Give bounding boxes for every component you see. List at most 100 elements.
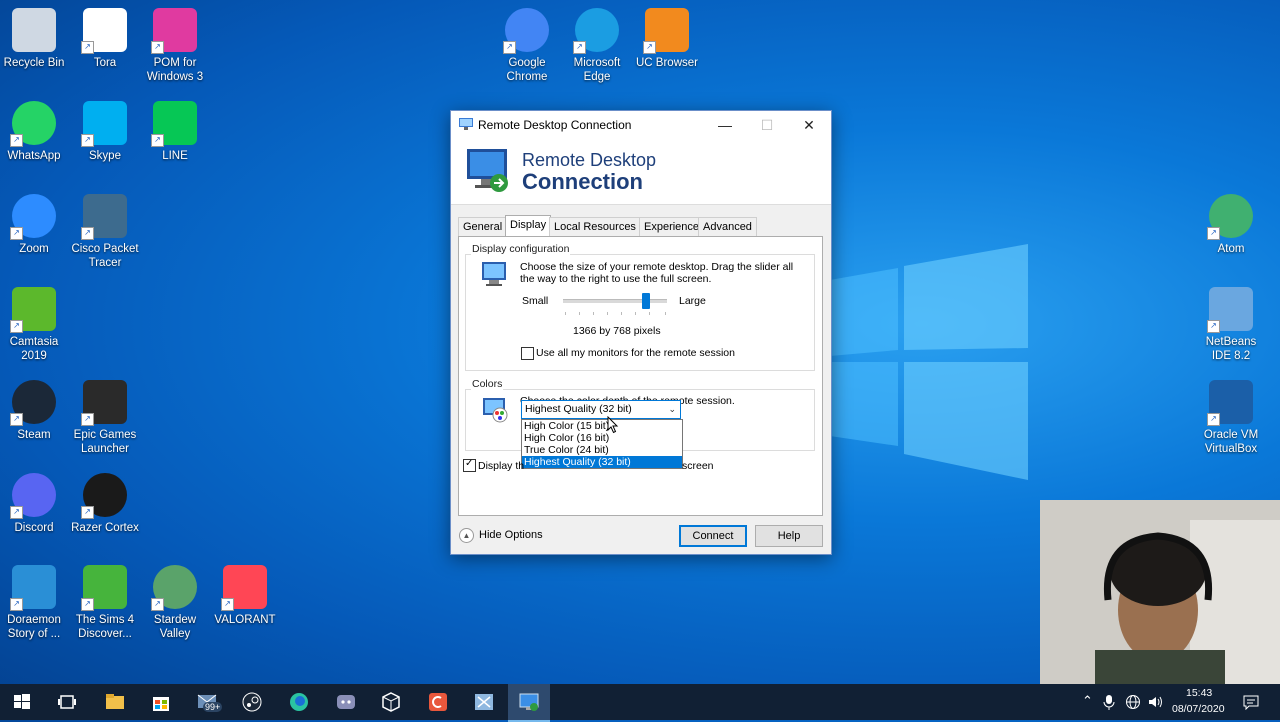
desktop-icon[interactable]: ↗ Oracle VM VirtualBox	[1195, 380, 1267, 456]
color-option-16bit[interactable]: High Color (16 bit)	[522, 432, 682, 444]
skype-icon: ↗	[81, 101, 127, 147]
desktop-icon[interactable]: ↗ Cisco Packet Tracer	[69, 194, 141, 270]
uc-browser-icon: ↗	[643, 8, 689, 54]
desktop-icon[interactable]: ↗ Steam	[0, 380, 70, 442]
desktop-icon-label: Steam	[17, 429, 51, 441]
rdc-app-icon	[459, 118, 473, 130]
discord-taskbar-icon[interactable]	[334, 690, 358, 714]
resolution-readout: 1366 by 768 pixels	[573, 325, 661, 337]
shortcut-arrow-icon: ↗	[151, 598, 164, 611]
discord-icon: ↗	[10, 473, 56, 519]
desktop-icon-label: VALORANT	[214, 614, 276, 626]
desktop-icon[interactable]: ↗ LINE	[139, 101, 211, 163]
desktop-icon[interactable]: ↗ VALORANT	[209, 565, 281, 627]
tab-display[interactable]: Display	[505, 215, 552, 237]
sims4-icon: ↗	[81, 565, 127, 611]
desktop-icon[interactable]: Recycle Bin	[0, 8, 70, 70]
color-option-32bit[interactable]: Highest Quality (32 bit)	[522, 456, 682, 468]
shortcut-arrow-icon: ↗	[1207, 413, 1220, 426]
desktop-icon-label: Google Chrome	[506, 57, 548, 83]
all-monitors-checkbox[interactable]	[521, 347, 534, 360]
desktop-icon[interactable]: ↗ Atom	[1195, 194, 1267, 256]
color-depth-dropdown: High Color (15 bit) High Color (16 bit) …	[521, 419, 683, 469]
microphone-icon[interactable]	[1102, 694, 1116, 710]
resolution-slider-thumb[interactable]	[642, 293, 650, 309]
desktop-icon[interactable]: ↗ Discord	[0, 473, 70, 535]
hide-options-link[interactable]: Hide Options	[479, 529, 543, 541]
steam-taskbar-icon[interactable]	[240, 690, 264, 714]
desktop-icon[interactable]: ↗ Razer Cortex	[69, 473, 141, 535]
help-button[interactable]: Help	[755, 525, 823, 547]
desktop-icon[interactable]: ↗ Microsoft Edge	[561, 8, 633, 84]
clock-time[interactable]: 15:43	[1186, 687, 1212, 699]
virtualbox-taskbar-icon[interactable]	[379, 690, 403, 714]
title-bar[interactable]: Remote Desktop Connection — ☐ ✕	[451, 111, 831, 139]
netbeans-icon: ↗	[1207, 287, 1253, 333]
store-icon[interactable]	[149, 690, 173, 714]
color-depth-select[interactable]: Highest Quality (32 bit) ⌄	[521, 400, 681, 419]
desktop-icon[interactable]: ↗ POM for Windows 3	[139, 8, 211, 84]
desktop-icon-label: WhatsApp	[7, 150, 61, 162]
desktop-icon-label: Atom	[1217, 243, 1245, 255]
shortcut-arrow-icon: ↗	[1207, 320, 1220, 333]
steam-icon: ↗	[10, 380, 56, 426]
tab-local-resources[interactable]: Local Resources	[549, 217, 641, 236]
desktop-icon-label: Epic Games Launcher	[73, 429, 137, 455]
tab-experience[interactable]: Experience	[639, 217, 705, 236]
snipping-tool-icon[interactable]	[472, 690, 496, 714]
start-icon[interactable]	[10, 690, 34, 714]
recycle-bin-icon	[12, 8, 56, 52]
desktop-icon[interactable]: ↗ Stardew Valley	[139, 565, 211, 641]
colors-label: Colors	[471, 378, 504, 390]
task-view-icon[interactable]	[55, 690, 79, 714]
slider-small-label: Small	[522, 295, 549, 307]
desktop-icon-label: Skype	[89, 150, 121, 162]
maximize-button[interactable]: ☐	[745, 111, 789, 139]
desktop-icon[interactable]: ↗ Zoom	[0, 194, 70, 256]
desktop-icon[interactable]: ↗ UC Browser	[631, 8, 703, 70]
desktop-icon[interactable]: ↗ Skype	[69, 101, 141, 163]
desktop-icon[interactable]: ↗ Google Chrome	[491, 8, 563, 84]
desktop-icon-label: Discord	[14, 522, 54, 534]
desktop-icon[interactable]: ↗ Epic Games Launcher	[69, 380, 141, 456]
hide-options-icon[interactable]: ▲	[459, 528, 474, 543]
file-explorer-icon[interactable]	[103, 690, 127, 714]
clock-date[interactable]: 08/07/2020	[1172, 703, 1225, 715]
desktop-icon[interactable]: ↗ Doraemon Story of ...	[0, 565, 70, 641]
shortcut-arrow-icon: ↗	[10, 134, 23, 147]
desktop-icon[interactable]: ↗ NetBeans IDE 8.2	[1195, 287, 1267, 363]
edge-taskbar-icon[interactable]	[287, 690, 311, 714]
shortcut-arrow-icon: ↗	[81, 506, 94, 519]
windows-logo-wallpaper	[830, 244, 1028, 480]
shortcut-arrow-icon: ↗	[10, 320, 23, 333]
tab-general[interactable]: General	[458, 217, 508, 236]
banner-title-line2: Connection	[522, 169, 643, 194]
close-button[interactable]: ✕	[787, 111, 831, 139]
minimize-button[interactable]: —	[703, 111, 747, 139]
desktop-icon[interactable]: ↗ Tora	[69, 8, 141, 70]
slider-ticks	[565, 312, 666, 315]
camtasia-taskbar-icon[interactable]	[426, 690, 450, 714]
desktop-icon-label: POM for Windows 3	[146, 57, 204, 83]
network-globe-icon[interactable]	[1125, 694, 1141, 710]
window-title: Remote Desktop Connection	[478, 118, 632, 132]
volume-icon[interactable]	[1147, 694, 1163, 710]
rdc-taskbar-icon	[519, 693, 539, 711]
tab-advanced[interactable]: Advanced	[698, 217, 757, 236]
action-center-icon[interactable]	[1243, 694, 1259, 710]
desktop-icon-label: Microsoft Edge	[573, 57, 621, 83]
desktop-icon[interactable]: ↗ Camtasia 2019	[0, 287, 70, 363]
connect-button[interactable]: Connect	[679, 525, 747, 547]
desktop-icon-label: Recycle Bin	[3, 57, 65, 69]
shortcut-arrow-icon: ↗	[81, 227, 94, 240]
rdc-taskbar-button[interactable]	[508, 684, 550, 722]
desktop-icon[interactable]: ↗ WhatsApp	[0, 101, 70, 163]
connection-bar-checkbox[interactable]: ✓	[463, 458, 476, 472]
chevron-up-icon[interactable]: ⌃	[1082, 693, 1093, 709]
desktop-icon[interactable]: ↗ The Sims 4 Discover...	[69, 565, 141, 641]
color-option-24bit[interactable]: True Color (24 bit)	[522, 444, 682, 456]
resolution-slider-track[interactable]	[563, 299, 667, 303]
display-config-label: Display configuration	[471, 243, 571, 255]
shortcut-arrow-icon: ↗	[81, 598, 94, 611]
color-option-15bit[interactable]: High Color (15 bit)	[522, 420, 682, 432]
